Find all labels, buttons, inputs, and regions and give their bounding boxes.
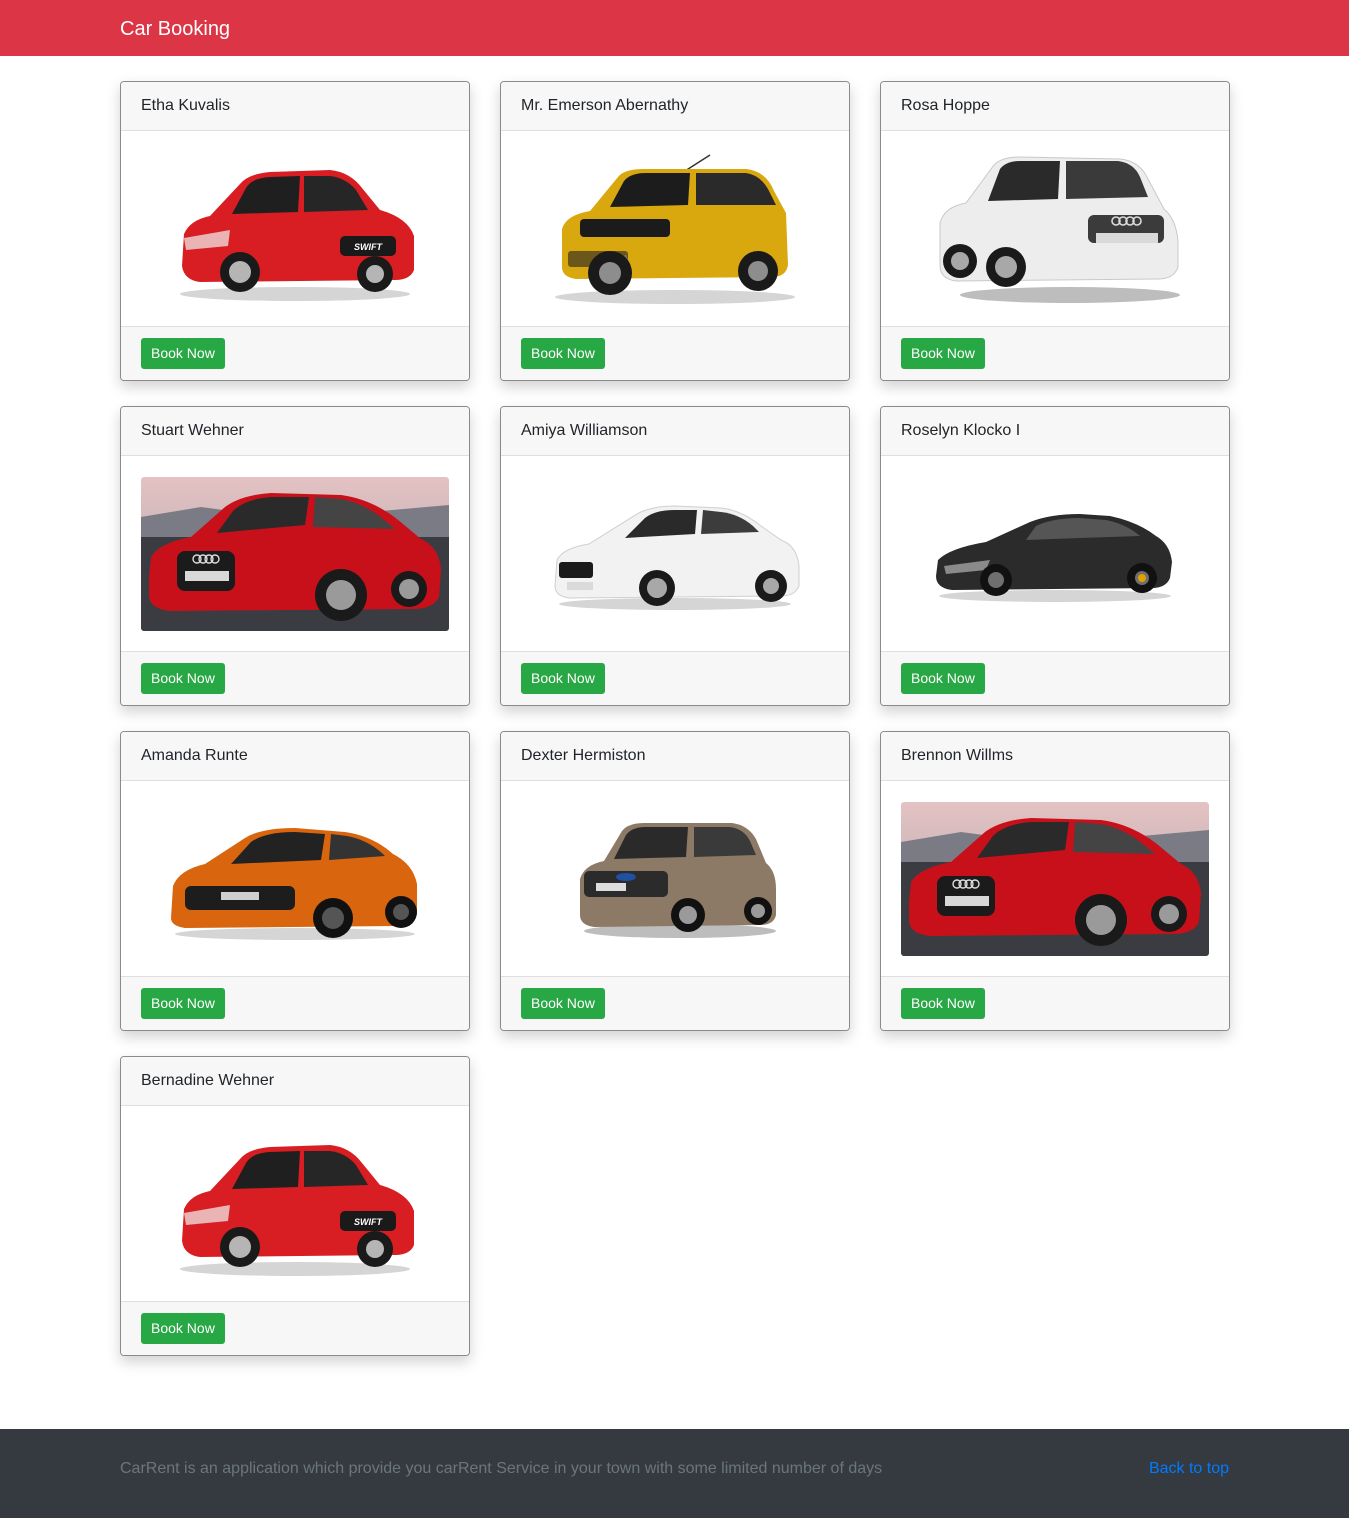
owner-name: Amanda Runte — [141, 747, 248, 764]
white-coupe-image — [554, 504, 800, 610]
footer: CarRent is an application which provide … — [0, 1429, 1349, 1518]
red-sportback-photo-image — [901, 801, 1209, 956]
card-body — [501, 781, 849, 976]
red-sportback-photo-image — [141, 476, 449, 631]
card-header: Mr. Emerson Abernathy — [501, 82, 849, 131]
owner-name: Dexter Hermiston — [521, 747, 646, 764]
card-footer: Book Now — [121, 651, 469, 705]
book-now-button[interactable]: Book Now — [141, 338, 225, 369]
card-header: Amanda Runte — [121, 732, 469, 781]
owner-name: Amiya Williamson — [521, 422, 648, 439]
car-card: Etha Kuvalis SWIFT Book Now — [120, 81, 470, 381]
book-now-button[interactable]: Book Now — [901, 338, 985, 369]
card-footer: Book Now — [121, 976, 469, 1030]
owner-name: Brennon Willms — [901, 747, 1014, 764]
owner-name: Etha Kuvalis — [141, 97, 230, 114]
card-footer: Book Now — [881, 326, 1229, 380]
book-now-button[interactable]: Book Now — [521, 338, 605, 369]
car-card: Mr. Emerson Abernathy BREZZA Book Now — [500, 81, 850, 381]
card-footer: Book Now — [501, 326, 849, 380]
card-header: Stuart Wehner — [121, 407, 469, 456]
card-body: BREZZA — [501, 131, 849, 326]
card-header: Bernadine Wehner — [121, 1057, 469, 1106]
card-body: SWIFT — [121, 131, 469, 326]
book-now-button[interactable]: Book Now — [521, 988, 605, 1019]
book-now-button[interactable]: Book Now — [901, 663, 985, 694]
car-card: Amanda Runte Book Now — [120, 731, 470, 1031]
footer-description: CarRent is an application which provide … — [120, 1460, 883, 1477]
owner-name: Bernadine Wehner — [141, 1072, 275, 1089]
car-card: Dexter Hermiston Book Now — [500, 731, 850, 1031]
owner-name: Mr. Emerson Abernathy — [521, 97, 689, 114]
black-supercar-image — [936, 513, 1172, 602]
card-footer: Book Now — [881, 651, 1229, 705]
brand-link[interactable]: Car Booking — [120, 17, 230, 41]
card-header: Brennon Willms — [881, 732, 1229, 781]
card-body — [501, 456, 849, 651]
card-body — [881, 131, 1229, 326]
navbar: Car Booking — [0, 0, 1349, 56]
card-header: Rosa Hoppe — [881, 82, 1229, 131]
card-footer: Book Now — [501, 976, 849, 1030]
orange-sports-car-image — [171, 827, 417, 940]
book-now-button[interactable]: Book Now — [141, 663, 225, 694]
card-footer: Book Now — [121, 326, 469, 380]
card-header: Etha Kuvalis — [121, 82, 469, 131]
book-now-button[interactable]: Book Now — [141, 988, 225, 1019]
car-card: Brennon Willms Book Now — [880, 731, 1230, 1031]
card-footer: Book Now — [121, 1301, 469, 1355]
card-footer: Book Now — [501, 651, 849, 705]
book-now-button[interactable]: Book Now — [901, 988, 985, 1019]
card-header: Roselyn Klocko I — [881, 407, 1229, 456]
white-suv-image — [939, 155, 1180, 303]
car-card: Stuart Wehner Book Now — [120, 406, 470, 706]
owner-name: Roselyn Klocko I — [901, 422, 1021, 439]
card-body — [121, 456, 469, 651]
yellow-compact-suv-image: BREZZA — [555, 153, 795, 304]
car-card: Rosa Hoppe Book Now — [880, 81, 1230, 381]
svg-text:SWIFT: SWIFT — [354, 1217, 383, 1227]
book-now-button[interactable]: Book Now — [521, 663, 605, 694]
owner-name: Stuart Wehner — [141, 422, 244, 439]
book-now-button[interactable]: Book Now — [141, 1313, 225, 1344]
card-body — [881, 456, 1229, 651]
card-body — [121, 781, 469, 976]
card-header: Dexter Hermiston — [501, 732, 849, 781]
svg-text:SWIFT: SWIFT — [354, 242, 383, 252]
car-card: Roselyn Klocko I Book Now — [880, 406, 1230, 706]
back-to-top-link[interactable]: Back to top — [1149, 1459, 1229, 1479]
car-grid: Etha Kuvalis SWIFT Book Now Mr. Emerson … — [120, 81, 1230, 1356]
card-footer: Book Now — [881, 976, 1229, 1030]
owner-name: Rosa Hoppe — [901, 97, 990, 114]
card-body: SWIFT — [121, 1106, 469, 1301]
red-hatchback-car-image: SWIFT — [180, 1144, 414, 1276]
card-body — [881, 781, 1229, 976]
card-header: Amiya Williamson — [501, 407, 849, 456]
car-card: Bernadine Wehner SWIFT Book Now — [120, 1056, 470, 1356]
car-card: Amiya Williamson Book Now — [500, 406, 850, 706]
red-hatchback-car-image: SWIFT — [180, 169, 414, 301]
bronze-suv-image — [580, 822, 776, 938]
